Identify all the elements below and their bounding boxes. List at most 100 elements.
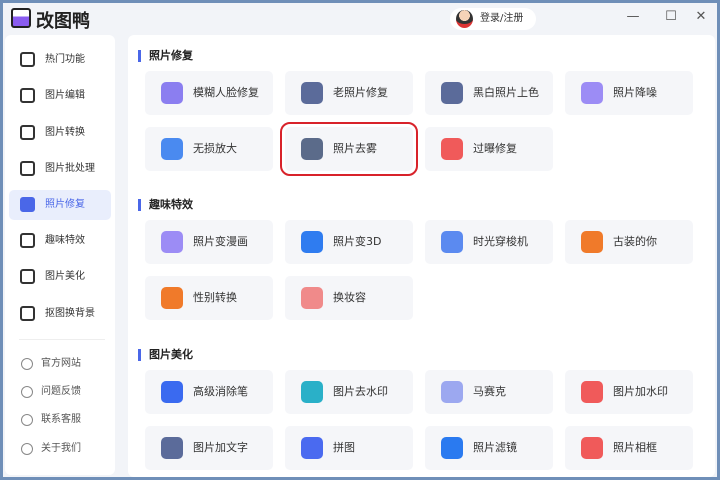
sidebar-link[interactable]: 联系客服 <box>9 408 111 432</box>
sidebar-item[interactable]: 图片编辑 <box>9 81 111 111</box>
sidebar-link[interactable]: 官方网站 <box>9 352 111 376</box>
feature-label: 过曝修复 <box>473 142 517 155</box>
feature-icon <box>301 437 323 459</box>
feature-card[interactable]: 换妆容 <box>285 276 413 320</box>
sidebar-item-label: 图片转换 <box>45 127 85 138</box>
sidebar-item[interactable]: 照片修复 <box>9 190 111 220</box>
feature-icon <box>301 287 323 309</box>
sidebar-link-label: 官方网站 <box>41 358 81 369</box>
feature-card[interactable]: 模糊人脸修复 <box>145 71 273 115</box>
feature-icon <box>441 82 463 104</box>
feature-label: 老照片修复 <box>333 86 388 99</box>
feature-label: 换妆容 <box>333 291 366 304</box>
sidebar-link-label: 关于我们 <box>41 443 81 454</box>
sidebar-link-icon <box>21 443 33 455</box>
feature-label: 高级消除笔 <box>193 385 248 398</box>
login-button[interactable]: 登录/注册 <box>450 8 536 30</box>
sidebar-item[interactable]: 热门功能 <box>9 45 111 75</box>
feature-icon <box>301 231 323 253</box>
feature-label: 图片去水印 <box>333 385 388 398</box>
feature-card[interactable]: 古装的你 <box>565 220 693 264</box>
feature-label: 照片相框 <box>613 441 657 454</box>
sidebar-link-icon <box>21 358 33 370</box>
feature-icon <box>581 231 603 253</box>
sidebar-item[interactable]: 抠图换背景 <box>9 299 111 329</box>
feature-card[interactable]: 照片相框 <box>565 426 693 470</box>
sidebar-item-icon <box>20 88 35 103</box>
feature-card[interactable]: 照片变漫画 <box>145 220 273 264</box>
feature-label: 拼图 <box>333 441 355 454</box>
feature-card[interactable]: 老照片修复 <box>285 71 413 115</box>
feature-label: 照片滤镜 <box>473 441 517 454</box>
section-title: 趣味特效 <box>138 199 193 211</box>
sidebar: 热门功能图片编辑图片转换图片批处理照片修复趣味特效图片美化抠图换背景官方网站问题… <box>5 35 115 475</box>
feature-label: 照片变漫画 <box>193 235 248 248</box>
feature-label: 模糊人脸修复 <box>193 86 259 99</box>
sidebar-item-label: 图片编辑 <box>45 90 85 101</box>
feature-icon <box>581 381 603 403</box>
feature-card[interactable]: 图片加水印 <box>565 370 693 414</box>
sidebar-link[interactable]: 问题反馈 <box>9 380 111 404</box>
feature-card[interactable]: 过曝修复 <box>425 127 553 171</box>
feature-card[interactable]: 照片变3D <box>285 220 413 264</box>
sidebar-item-icon <box>20 233 35 248</box>
feature-icon <box>301 138 323 160</box>
feature-icon <box>441 231 463 253</box>
sidebar-item-label: 照片修复 <box>45 199 85 210</box>
feature-card[interactable]: 拼图 <box>285 426 413 470</box>
feature-card[interactable]: 黑白照片上色 <box>425 71 553 115</box>
feature-icon <box>581 437 603 459</box>
app-title: 改图鸭 <box>36 11 90 32</box>
sidebar-item-label: 趣味特效 <box>45 235 85 246</box>
sidebar-item-label: 热门功能 <box>45 54 85 65</box>
feature-card[interactable]: 性别转换 <box>145 276 273 320</box>
feature-card[interactable]: 图片加文字 <box>145 426 273 470</box>
login-label: 登录/注册 <box>480 13 524 24</box>
divider <box>19 339 105 340</box>
minimize-button[interactable]: — <box>623 9 643 24</box>
feature-label: 图片加水印 <box>613 385 668 398</box>
feature-icon <box>581 82 603 104</box>
feature-icon <box>161 381 183 403</box>
feature-card[interactable]: 照片滤镜 <box>425 426 553 470</box>
feature-icon <box>441 381 463 403</box>
feature-icon <box>161 437 183 459</box>
app-window: 改图鸭 登录/注册 — ☐ ✕ 热门功能 图片编辑 图片转换 图片批处理 照片修复 趣味特… <box>3 3 717 477</box>
feature-icon <box>301 82 323 104</box>
sidebar-item-icon <box>20 197 35 212</box>
feature-label: 照片降噪 <box>613 86 657 99</box>
feature-icon <box>441 138 463 160</box>
feature-card[interactable]: 照片去雾 <box>280 122 418 176</box>
sidebar-link-icon <box>21 414 33 426</box>
feature-card[interactable]: 图片去水印 <box>285 370 413 414</box>
maximize-button[interactable]: ☐ <box>661 9 681 24</box>
feature-icon <box>161 138 183 160</box>
feature-icon <box>161 82 183 104</box>
feature-card[interactable]: 照片降噪 <box>565 71 693 115</box>
avatar-icon <box>456 10 473 28</box>
feature-label: 古装的你 <box>613 235 657 248</box>
sidebar-link-label: 联系客服 <box>41 414 81 425</box>
sidebar-item-icon <box>20 269 35 284</box>
feature-icon <box>161 231 183 253</box>
feature-card[interactable]: 时光穿梭机 <box>425 220 553 264</box>
feature-icon <box>161 287 183 309</box>
sidebar-item[interactable]: 图片批处理 <box>9 154 111 184</box>
sidebar-item[interactable]: 图片转换 <box>9 118 111 148</box>
sidebar-item[interactable]: 图片美化 <box>9 262 111 292</box>
sidebar-item-icon <box>20 125 35 140</box>
feature-label: 无损放大 <box>193 142 237 155</box>
feature-label: 黑白照片上色 <box>473 86 539 99</box>
sidebar-item-label: 图片美化 <box>45 271 85 282</box>
feature-card[interactable]: 高级消除笔 <box>145 370 273 414</box>
feature-card[interactable]: 马赛克 <box>425 370 553 414</box>
feature-card[interactable]: 无损放大 <box>145 127 273 171</box>
close-button[interactable]: ✕ <box>691 9 711 24</box>
app-logo-icon <box>11 8 31 28</box>
sidebar-item-label: 图片批处理 <box>45 163 95 174</box>
sidebar-item[interactable]: 趣味特效 <box>9 226 111 256</box>
main-panel: 照片修复 模糊人脸修复 老照片修复 黑白照片上色 照片降噪 无损放大 照片去雾 过曝修复 趣味特… <box>128 35 715 477</box>
feature-label: 时光穿梭机 <box>473 235 528 248</box>
section-title: 图片美化 <box>138 349 193 361</box>
sidebar-link[interactable]: 关于我们 <box>9 437 111 461</box>
